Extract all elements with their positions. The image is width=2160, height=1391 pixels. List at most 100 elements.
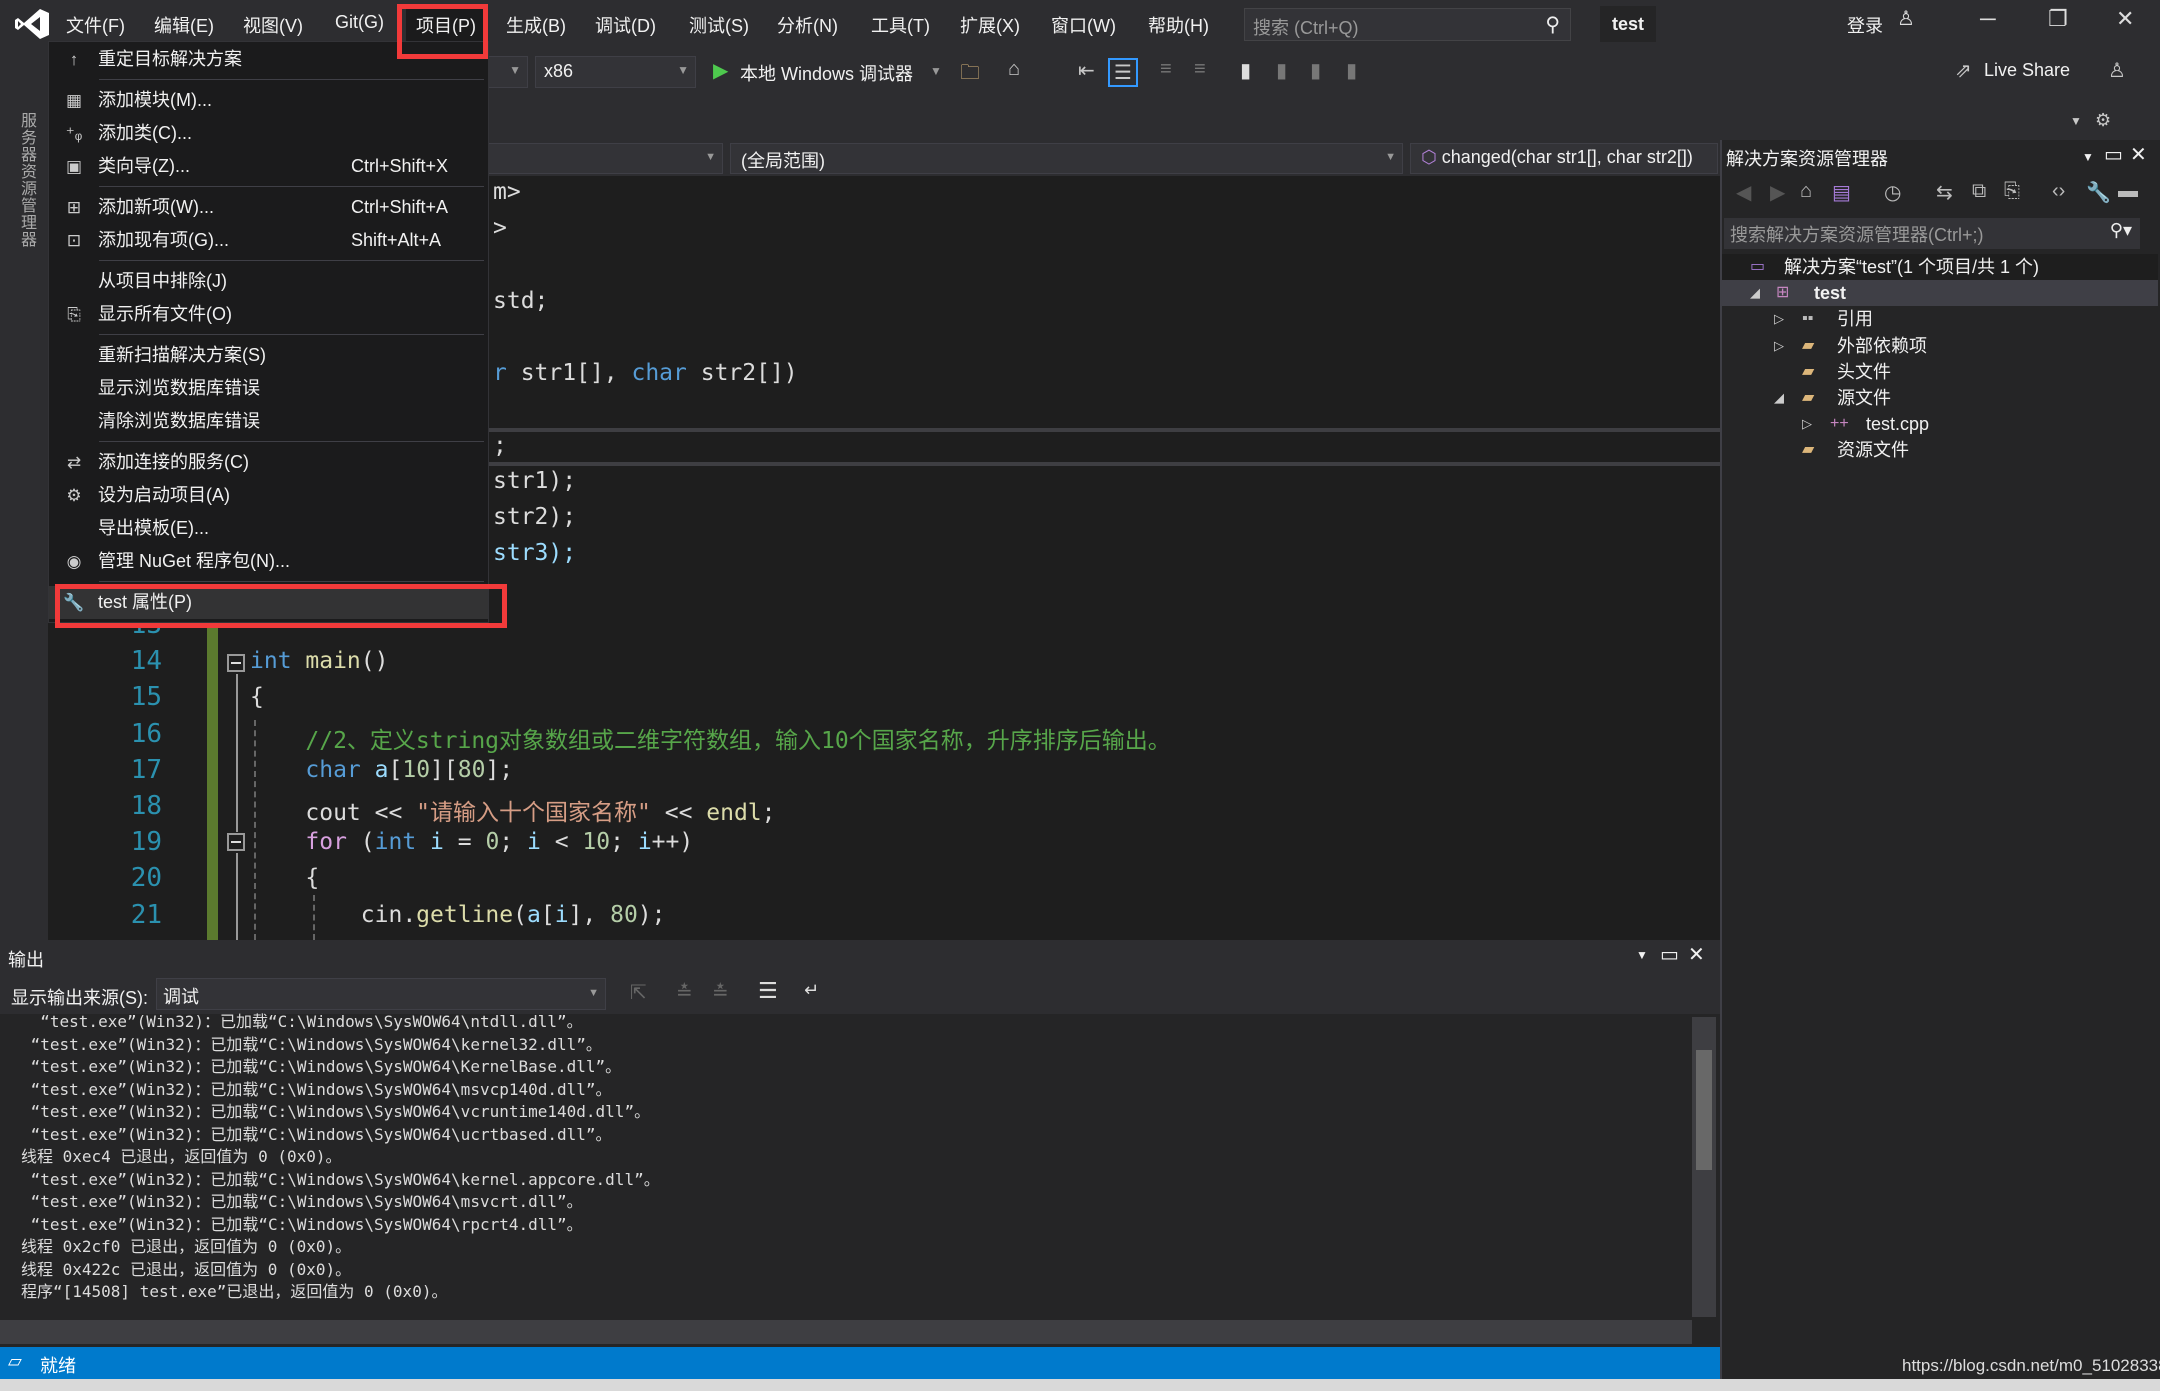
output-line: 线程 0x2cf0 已退出，返回值为 0 (0x0)。 [21,1237,352,1256]
output-source-dropdown[interactable]: 调试 ▼ [156,978,606,1010]
preview-icon[interactable]: ▬ [2118,180,2138,203]
search-input[interactable]: 搜索 (Ctrl+Q) ⚲ [1244,8,1571,41]
menu-edit[interactable]: 编辑(E) [154,12,214,38]
back-icon[interactable]: ◀ [1736,180,1751,205]
expand-toggle-icon[interactable]: ◢ [1774,385,1784,411]
menu-tools[interactable]: 工具(T) [871,12,930,38]
menu-extensions[interactable]: 扩展(X) [960,12,1020,38]
chevron-down-icon[interactable]: ▼ [930,64,942,78]
menu-item[interactable]: ⊡ 添加现有项(G)... Shift+Alt+A [49,224,488,257]
bookmark-icon[interactable]: ▮ [1240,58,1251,83]
menu-file[interactable]: 文件(F) [66,12,125,38]
next-bookmark-icon[interactable]: ▮ [1310,58,1321,83]
menu-build[interactable]: 生成(B) [506,12,566,38]
menu-item[interactable]: 重新扫描解决方案(S) [49,339,488,372]
login-link[interactable]: 登录 [1847,12,1883,38]
user-icon[interactable]: ♙ [1897,6,1915,31]
scrollbar-thumb[interactable] [1696,1050,1712,1170]
toggle-view-icon[interactable]: ☰ [1108,58,1138,87]
properties-icon[interactable]: 🔧 [2086,180,2111,205]
menu-window[interactable]: 窗口(W) [1051,12,1116,38]
gear-icon[interactable]: ⚙ [2095,110,2111,131]
solution-search-input[interactable]: 搜索解决方案资源管理器(Ctrl+;) ⚲▾ [1724,218,2140,249]
pending-changes-icon[interactable]: ◷ [1884,180,1901,205]
menu-item[interactable]: ◉ 管理 NuGet 程序包(N)... [49,545,488,578]
menu-debug[interactable]: 调试(D) [595,12,656,38]
output-horizontal-scrollbar[interactable] [0,1320,1692,1344]
menu-item[interactable]: 清除浏览数据库错误 [49,405,488,438]
server-explorer-tab[interactable]: 服务器资源管理器 [14,112,38,248]
member-dropdown[interactable]: ⬡ changed(char str1[], char str2[]) [1410,143,1718,174]
indent-icon[interactable]: ≡ [1160,58,1172,81]
prev-message-icon[interactable]: ≛ [676,980,693,1005]
editor-split-divider[interactable] [489,462,1720,466]
collapse-all-icon[interactable]: ⧉ [1972,180,1986,203]
expand-toggle-icon[interactable]: ◢ [1750,280,1760,306]
tree-item[interactable]: ▷ ++ test.cpp [1722,411,2158,437]
show-all-files-icon[interactable]: ⎘ [2004,180,2020,203]
home-icon[interactable]: ⌂ [1800,180,1812,203]
find-message-icon[interactable]: ⇱ [630,980,647,1005]
scope-dropdown[interactable]: (全局范围) ▼ [730,143,1403,174]
outdent-icon[interactable]: ≡ [1194,58,1206,81]
menu-item[interactable]: 从项目中排除(J) [49,265,488,298]
tree-item[interactable]: ◢ ▰ 源文件 [1722,385,2158,411]
start-debugger-button[interactable]: 本地 Windows 调试器 [740,60,913,86]
menu-test[interactable]: 测试(S) [689,12,749,38]
forward-icon[interactable]: ▶ [1770,180,1785,205]
line-number: 17 [130,754,162,785]
switch-views-icon[interactable]: ▤ [1832,180,1851,205]
menu-item[interactable]: ⊞ 添加新项(W)... Ctrl+Shift+A [49,191,488,224]
close-button[interactable]: ✕ [2116,6,2134,32]
menu-item[interactable]: 导出模板(E)... [49,512,488,545]
chevron-down-icon[interactable]: ▼ [1636,948,1648,962]
platform-dropdown[interactable]: x86 ▼ [535,56,696,88]
expand-toggle-icon[interactable]: ▷ [1802,411,1812,437]
tree-item[interactable]: ▰ 头文件 [1722,359,2158,385]
next-message-icon[interactable]: ≛ [712,980,729,1005]
menu-help[interactable]: 帮助(H) [1148,12,1209,38]
editor-split-divider[interactable] [489,428,1720,432]
prev-bookmark-icon[interactable]: ▮ [1276,58,1287,83]
expand-toggle-icon[interactable]: ▷ [1774,306,1784,332]
tree-item[interactable]: ▰ 资源文件 [1722,437,2158,463]
menu-view[interactable]: 视图(V) [243,12,303,38]
restore-button[interactable]: ❐ [2048,6,2068,32]
collapse-icon[interactable] [227,833,245,851]
live-share-icon[interactable]: ⇗ [1955,58,1972,83]
home-frame-icon[interactable]: ⌂ [1008,58,1020,81]
menu-item[interactable]: ⁺ᵩ 添加类(C)... [49,117,488,150]
menu-item[interactable]: ⚙ 设为启动项目(A) [49,479,488,512]
menu-item[interactable]: ▣ 类向导(Z)... Ctrl+Shift+X [49,150,488,183]
tree-item[interactable]: ◢ ⊞ test [1722,280,2158,307]
live-share-button[interactable]: Live Share [1984,60,2070,81]
menu-item[interactable]: ▦ 添加模块(M)... [49,84,488,117]
menu-item[interactable]: ⇄ 添加连接的服务(C) [49,446,488,479]
sync-icon[interactable]: ⇆ [1936,180,1953,205]
maximize-icon[interactable]: ▭ [1660,942,1679,967]
clear-bookmarks-icon[interactable]: ▮ [1346,58,1357,83]
tree-item[interactable]: ▷ ▪▪ 引用 [1722,306,2158,332]
code-view-icon[interactable]: ‹› [2052,180,2065,203]
menu-git[interactable]: Git(G) [335,12,384,33]
maximize-icon[interactable]: ▭ [2104,142,2123,167]
tree-item-icon: ++ [1830,415,1849,433]
close-icon[interactable]: ✕ [1688,942,1705,967]
folder-search-icon[interactable]: 🗀 [960,58,980,92]
menu-item[interactable]: ⎘ 显示所有文件(O) [49,298,488,331]
feedback-icon[interactable]: ♙ [2108,58,2126,83]
chevron-down-icon[interactable]: ▼ [2070,114,2082,128]
close-icon[interactable]: ✕ [2130,142,2147,167]
menu-analyze[interactable]: 分析(N) [777,12,838,38]
clear-all-icon[interactable]: ☰ [758,978,778,1004]
menu-item[interactable]: 显示浏览数据库错误 [49,372,488,405]
step-icon[interactable]: ⇤ [1078,58,1095,83]
collapse-icon[interactable] [227,654,245,672]
word-wrap-icon[interactable]: ↵ [804,980,819,1001]
chevron-down-icon[interactable]: ▼ [2082,150,2094,164]
tree-item[interactable]: ▷ ▰ 外部依赖项 [1722,333,2158,359]
tree-item[interactable]: ▭ 解决方案“test”(1 个项目/共 1 个) [1722,254,2158,280]
expand-toggle-icon[interactable]: ▷ [1774,333,1784,359]
play-icon[interactable]: ▶ [713,58,728,83]
minimize-button[interactable]: ─ [1980,6,1996,32]
